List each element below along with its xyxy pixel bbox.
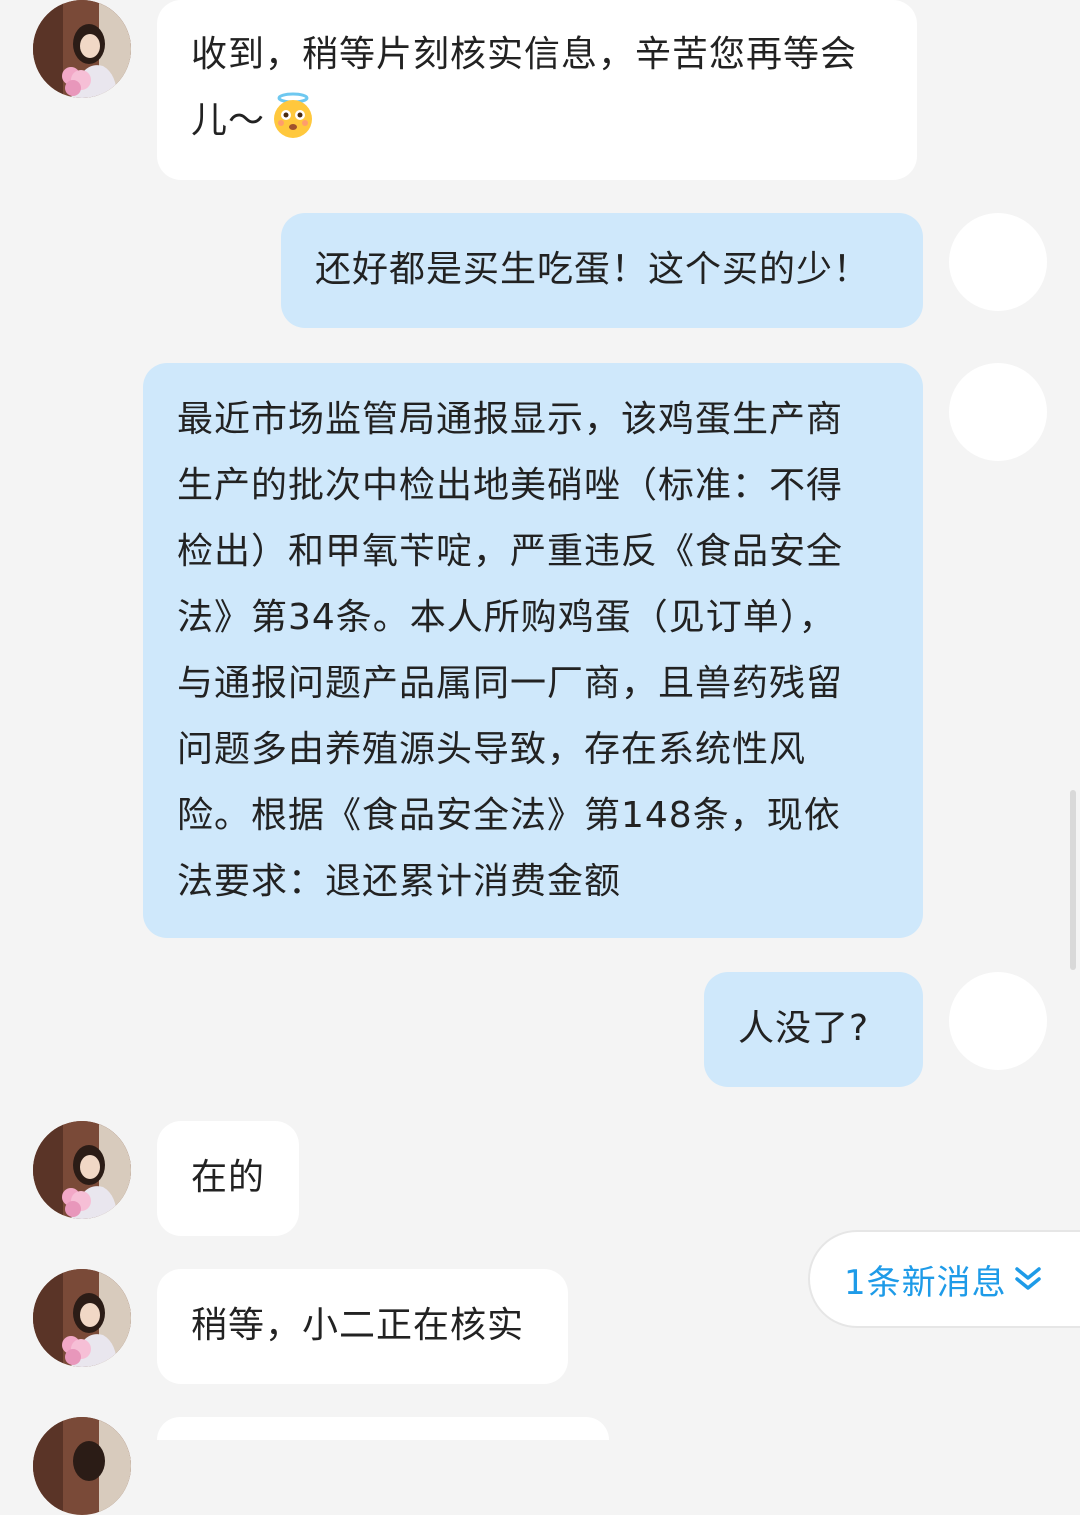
message-text-line: 问题多由养殖源头导致，存在系统性风: [177, 729, 807, 770]
agent-avatar[interactable]: [33, 0, 131, 98]
message-text: 收到，稍等片刻核实信息，辛苦您再等会: [191, 34, 858, 75]
agent-avatar[interactable]: [33, 1121, 131, 1219]
message-bubble[interactable]: 最近市场监管局通报显示，该鸡蛋生产商 生产的批次中检出地美硝唑（标准：不得 检出…: [143, 363, 923, 938]
message-text-line: 生产的批次中检出地美硝唑（标准：不得: [177, 465, 844, 506]
message-bubble[interactable]: 人没了?: [704, 972, 923, 1087]
message-text-line: 法》第34条。本人所购鸡蛋（见订单），: [177, 597, 836, 638]
message-text: 稍等，小二正在核实: [191, 1305, 525, 1346]
double-chevron-down-icon: [1014, 1267, 1041, 1290]
scrollbar-thumb[interactable]: [1070, 790, 1076, 970]
message-bubble[interactable]: 在的: [157, 1121, 299, 1236]
new-message-label: 1条新消息: [844, 1262, 1007, 1303]
user-avatar[interactable]: [949, 363, 1047, 461]
message-text: 人没了?: [738, 1008, 870, 1049]
angel-face-emoji: [274, 92, 313, 138]
agent-avatar-image: [33, 1417, 131, 1515]
message-text: 儿～: [191, 88, 885, 154]
agent-avatar[interactable]: [33, 1269, 131, 1367]
message-text-line: 最近市场监管局通报显示，该鸡蛋生产商: [177, 399, 844, 440]
chat-message-list[interactable]: 收到，稍等片刻核实信息，辛苦您再等会 儿～ 还好都是买生吃蛋！这个买的少！ 最近…: [0, 0, 1080, 1515]
agent-avatar-image: [33, 1121, 131, 1219]
user-avatar[interactable]: [949, 213, 1047, 311]
user-avatar[interactable]: [949, 972, 1047, 1070]
message-text-line: 法要求：退还累计消费金额: [177, 861, 622, 902]
message-text: 还好都是买生吃蛋！这个买的少！: [315, 249, 871, 290]
agent-avatar[interactable]: [33, 1417, 131, 1515]
message-bubble[interactable]: [157, 1417, 609, 1440]
agent-avatar-image: [33, 0, 131, 98]
message-bubble[interactable]: 收到，稍等片刻核实信息，辛苦您再等会 儿～: [157, 0, 917, 180]
message-text-line: 险。根据《食品安全法》第148条，现依: [177, 795, 841, 836]
agent-avatar-image: [33, 1269, 131, 1367]
message-text: 在的: [191, 1157, 266, 1198]
message-bubble[interactable]: 稍等，小二正在核实: [157, 1269, 568, 1384]
message-bubble[interactable]: 还好都是买生吃蛋！这个买的少！: [281, 213, 923, 328]
new-message-button[interactable]: 1条新消息: [808, 1230, 1080, 1328]
message-text-line: 与通报问题产品属同一厂商，且兽药残留: [177, 663, 844, 704]
message-text-line: 检出）和甲氧苄啶，严重违反《食品安全: [177, 531, 844, 572]
